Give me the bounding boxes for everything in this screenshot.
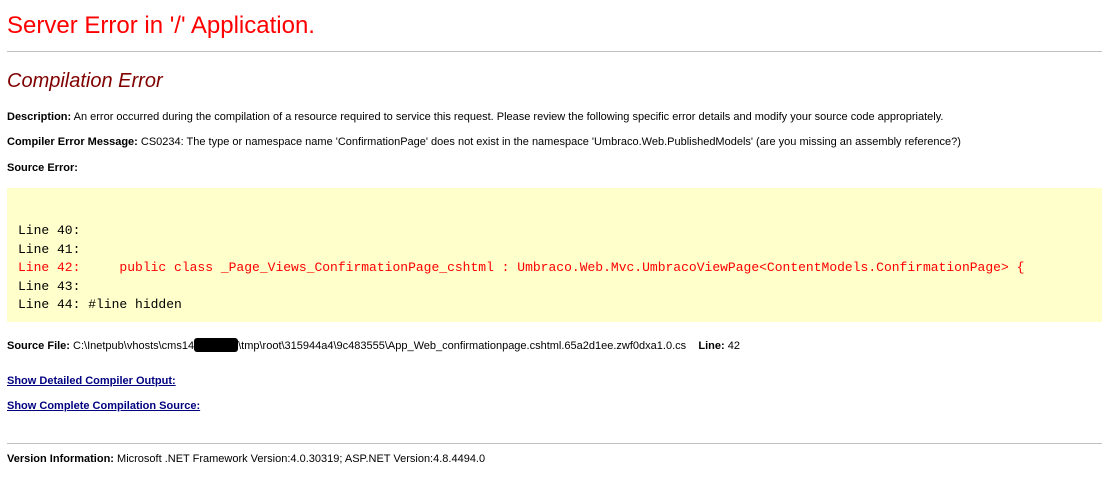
code-line-highlighted: Line 42: public class _Page_Views_Confir… xyxy=(18,260,1025,275)
source-line-value: 42 xyxy=(724,340,740,352)
code-line: Line 44: #line hidden xyxy=(18,297,182,312)
redaction-mark xyxy=(194,338,239,352)
source-file-label: Source File: xyxy=(7,340,70,352)
show-detailed-compiler-output-link[interactable]: Show Detailed Compiler Output: xyxy=(7,374,1095,388)
version-divider xyxy=(7,443,1102,444)
source-error-label: Source Error: xyxy=(7,162,78,174)
description-line: Description: An error occurred during th… xyxy=(7,110,1095,124)
source-file-line: Source File: C:\Inetpub\vhosts\cms14 \tmp… xyxy=(7,338,1095,353)
show-complete-compilation-source-link[interactable]: Show Complete Compilation Source: xyxy=(7,399,1095,413)
error-page: Server Error in '/' Application. Compila… xyxy=(0,0,1102,466)
code-line: Line 43: xyxy=(18,278,81,294)
compiler-message-label: Compiler Error Message: xyxy=(7,136,138,148)
source-error-line: Source Error: xyxy=(7,161,1095,175)
source-line-label: Line: xyxy=(698,340,725,352)
description-text: An error occurred during the compilation… xyxy=(71,111,944,123)
code-line: Line 41: xyxy=(18,241,81,257)
title-divider xyxy=(7,51,1102,52)
code-line: Line 40: xyxy=(18,223,81,238)
source-file-path-end: \tmp\root\315944a4\9c483555\App_Web_conf… xyxy=(238,340,687,352)
description-label: Description: xyxy=(7,111,72,123)
version-information-line: Version Information: Microsoft .NET Fram… xyxy=(7,452,1095,466)
compiler-message-line: Compiler Error Message: CS0234: The type… xyxy=(7,135,1095,149)
error-heading: Compilation Error xyxy=(7,70,163,92)
version-label: Version Information: xyxy=(7,453,114,465)
compiler-message-text: CS0234: The type or namespace name 'Conf… xyxy=(137,136,961,148)
version-text: Microsoft .NET Framework Version:4.0.303… xyxy=(113,453,486,465)
page-title: Server Error in '/' Application. xyxy=(7,12,315,39)
source-code-box: Line 40: Line 41: Line 42: public class … xyxy=(7,188,1102,322)
source-file-path-start: C:\Inetpub\vhosts\cms14 xyxy=(69,340,195,352)
